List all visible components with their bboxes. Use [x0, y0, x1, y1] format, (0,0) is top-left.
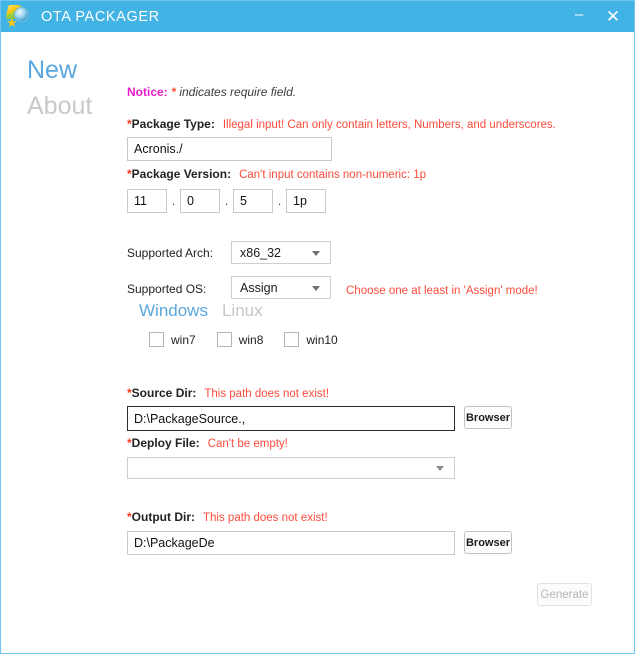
sidebar-nav: New About: [27, 52, 113, 124]
chevron-down-icon: [312, 250, 320, 256]
source-dir-label-text: Source Dir:: [131, 386, 197, 400]
app-globe-icon: [5, 3, 32, 29]
package-type-input[interactable]: [127, 137, 332, 161]
title-bar: OTA PACKAGER – ✕: [1, 1, 634, 32]
tab-linux[interactable]: Linux: [222, 301, 263, 321]
package-version-label-row: *Package Version: Can't input contains n…: [127, 167, 426, 181]
package-version-minor-input[interactable]: [180, 189, 220, 213]
output-dir-label-text: Output Dir:: [131, 510, 195, 524]
generate-button[interactable]: Generate: [537, 583, 592, 606]
window-controls: – ✕: [562, 1, 634, 32]
supported-os-select[interactable]: Assign: [231, 276, 331, 299]
checkbox-win8-label: win8: [238, 332, 264, 347]
package-type-label: *Package Type:: [127, 117, 215, 131]
supported-arch-select[interactable]: x86_32: [231, 241, 331, 264]
version-separator: .: [277, 194, 282, 208]
os-tabs: Windows Linux: [139, 301, 263, 321]
checkbox-box-icon[interactable]: [284, 332, 300, 347]
deploy-file-label: *Deploy File:: [127, 436, 200, 450]
sidebar-item-new[interactable]: New: [27, 52, 113, 88]
package-type-label-row: *Package Type: Illegal input! Can only c…: [127, 117, 556, 131]
package-version-patch-input[interactable]: [233, 189, 273, 213]
package-version-label-text: Package Version:: [131, 167, 232, 181]
package-version-error: Can't input contains non-numeric: 1p: [239, 169, 427, 181]
supported-arch-value: x86_32: [240, 245, 282, 260]
tab-windows[interactable]: Windows: [139, 301, 208, 321]
supported-os-error: Choose one at least in 'Assign' mode!: [346, 285, 538, 297]
output-dir-label-row: *Output Dir: This path does not exist!: [127, 510, 328, 524]
package-version-inputs: . . .: [127, 189, 326, 213]
checkbox-box-icon[interactable]: [149, 332, 164, 347]
supported-os-label: Supported OS:: [127, 282, 207, 296]
checkbox-win10[interactable]: win10: [284, 332, 338, 347]
version-separator: .: [171, 194, 176, 208]
output-dir-label: *Output Dir:: [127, 510, 195, 524]
source-dir-label: *Source Dir:: [127, 386, 196, 400]
minimize-button[interactable]: –: [562, 0, 596, 35]
notice-star: *: [171, 85, 177, 99]
notice-label: Notice:: [127, 85, 168, 99]
app-window: OTA PACKAGER – ✕ New About Notice: * indic…: [0, 0, 635, 654]
source-dir-browse-button[interactable]: Browser: [464, 406, 512, 429]
deploy-file-select[interactable]: [127, 457, 455, 479]
supported-arch-label-row: Supported Arch:: [127, 246, 213, 260]
supported-os-label-row: Supported OS:: [127, 282, 206, 296]
deploy-file-label-row: *Deploy File: Can't be empty!: [127, 436, 288, 450]
checkbox-win7-label: win7: [171, 332, 196, 347]
package-version-major-input[interactable]: [127, 189, 167, 213]
checkbox-box-icon[interactable]: [216, 332, 232, 347]
chevron-down-icon: [436, 466, 444, 471]
checkbox-win7[interactable]: win7: [149, 332, 196, 347]
package-version-build-input[interactable]: [286, 189, 326, 213]
deploy-file-error: Can't be empty!: [207, 438, 288, 450]
chevron-down-icon: [312, 285, 320, 291]
supported-os-value: Assign: [240, 280, 278, 295]
window-title: OTA PACKAGER: [41, 8, 160, 25]
notice-text: indicates require field.: [179, 85, 297, 99]
close-button[interactable]: ✕: [596, 1, 630, 32]
package-type-error: Illegal input! Can only contain letters,…: [222, 119, 556, 131]
sidebar-item-about[interactable]: About: [27, 88, 113, 124]
supported-arch-label: Supported Arch:: [127, 246, 214, 260]
package-type-label-text: Package Type:: [131, 117, 215, 131]
checkbox-win10-label: win10: [306, 332, 338, 347]
output-dir-input[interactable]: [127, 531, 455, 555]
source-dir-error: This path does not exist!: [204, 388, 330, 400]
output-dir-error: This path does not exist!: [203, 512, 328, 524]
content-area: New About Notice: * indicates require fiel…: [1, 32, 634, 653]
deploy-file-label-text: Deploy File:: [131, 436, 200, 450]
source-dir-input[interactable]: [127, 406, 455, 431]
checkbox-win8[interactable]: win8: [216, 332, 264, 347]
supported-os-error-wrap: Choose one at least in 'Assign' mode!: [346, 281, 538, 299]
source-dir-label-row: *Source Dir: This path does not exist!: [127, 386, 329, 400]
package-version-label: *Package Version:: [127, 167, 231, 181]
notice-line: Notice: * indicates require field.: [127, 85, 296, 99]
version-separator: .: [224, 194, 229, 208]
output-dir-browse-button[interactable]: Browser: [464, 531, 512, 554]
os-checkbox-group: win7 win8 win10: [149, 332, 359, 347]
